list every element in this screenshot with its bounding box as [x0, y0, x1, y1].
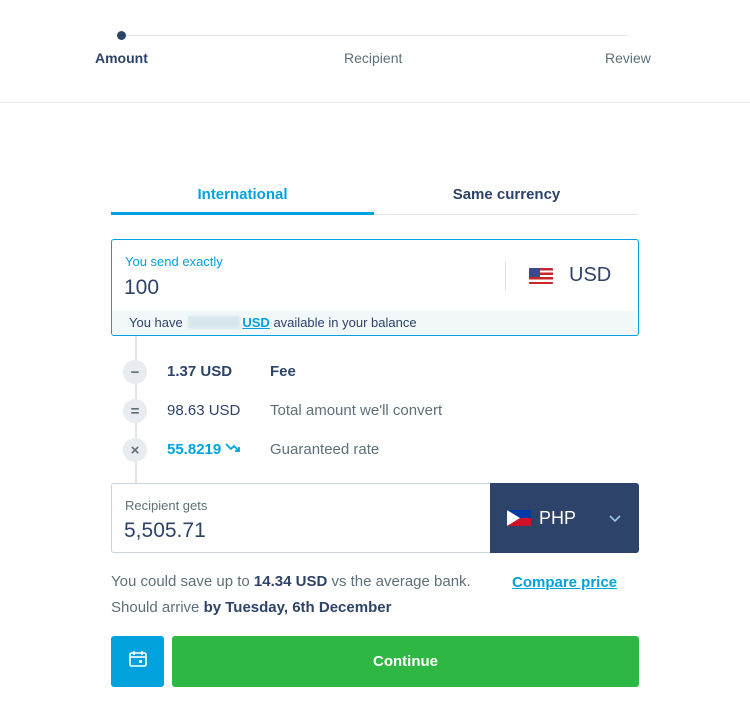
- converted-amount-label: Total amount we'll convert: [270, 402, 443, 419]
- rate-row: × 55.8219 Guaranteed rate: [123, 438, 379, 462]
- converted-amount-value: 98.63 USD: [167, 402, 241, 419]
- step-amount[interactable]: Amount: [95, 50, 148, 66]
- rate-number: 55.8219: [167, 441, 222, 458]
- step-review[interactable]: Review: [605, 50, 651, 66]
- field-divider: [505, 262, 506, 290]
- send-amount-input[interactable]: 100: [124, 276, 159, 300]
- send-currency-selector[interactable]: USD: [529, 264, 611, 287]
- savings-prefix: You could save up to: [111, 573, 250, 590]
- schedule-transfer-button[interactable]: [111, 636, 164, 687]
- stepper-track: [121, 35, 628, 36]
- send-amount-field[interactable]: You send exactly 100 USD You have USD av…: [111, 239, 639, 336]
- trend-down-icon: [225, 442, 241, 457]
- transfer-type-tabs: International Same currency: [111, 180, 638, 215]
- fee-value: 1.37 USD: [167, 363, 233, 380]
- fee-row: − 1.37 USD Fee: [123, 360, 296, 384]
- multiply-icon: ×: [123, 438, 147, 462]
- rate-value[interactable]: 55.8219: [167, 441, 241, 458]
- continue-button[interactable]: Continue: [172, 636, 639, 687]
- send-currency-code: USD: [569, 264, 612, 286]
- converted-amount-row: = 98.63 USD Total amount we'll convert: [123, 399, 442, 423]
- balance-notice: You have USD available in your balance: [112, 311, 638, 335]
- calendar-icon: [127, 648, 149, 675]
- recipient-amount-label: Recipient gets: [125, 498, 208, 513]
- chevron-down-icon: [608, 510, 622, 526]
- compare-price-link[interactable]: Compare price: [512, 574, 617, 591]
- ph-flag-icon: [507, 510, 531, 526]
- savings-message: You could save up to 14.34 USD vs the av…: [111, 573, 471, 590]
- balance-suffix: available in your balance: [273, 315, 417, 330]
- arrival-prefix: Should arrive: [111, 599, 200, 616]
- equals-icon: =: [123, 399, 147, 423]
- stepper-current-dot: [117, 31, 126, 40]
- recipient-amount-input[interactable]: 5,505.71: [124, 519, 206, 543]
- minus-icon: −: [123, 360, 147, 384]
- balance-currency-link[interactable]: USD: [242, 315, 269, 330]
- tab-same-currency[interactable]: Same currency: [375, 180, 638, 215]
- recipient-currency-selector[interactable]: PHP: [490, 483, 639, 553]
- recipient-currency-code: PHP: [539, 507, 577, 528]
- rate-label: Guaranteed rate: [270, 441, 380, 458]
- savings-amount: 14.34 USD: [253, 573, 328, 590]
- step-recipient[interactable]: Recipient: [344, 50, 402, 66]
- savings-suffix: vs the average bank.: [331, 573, 471, 590]
- recipient-amount-field[interactable]: Recipient gets 5,505.71 PHP: [111, 483, 639, 553]
- balance-prefix: You have: [129, 315, 183, 330]
- arrival-date: by Tuesday, 6th December: [203, 599, 392, 616]
- tab-international[interactable]: International: [111, 180, 374, 215]
- us-flag-icon: [529, 267, 553, 284]
- fee-label: Fee: [270, 363, 296, 380]
- progress-stepper: Amount Recipient Review: [0, 0, 750, 103]
- arrival-estimate: Should arrive by Tuesday, 6th December: [111, 599, 391, 616]
- balance-amount-redacted: [188, 316, 241, 329]
- send-amount-label: You send exactly: [125, 254, 223, 269]
